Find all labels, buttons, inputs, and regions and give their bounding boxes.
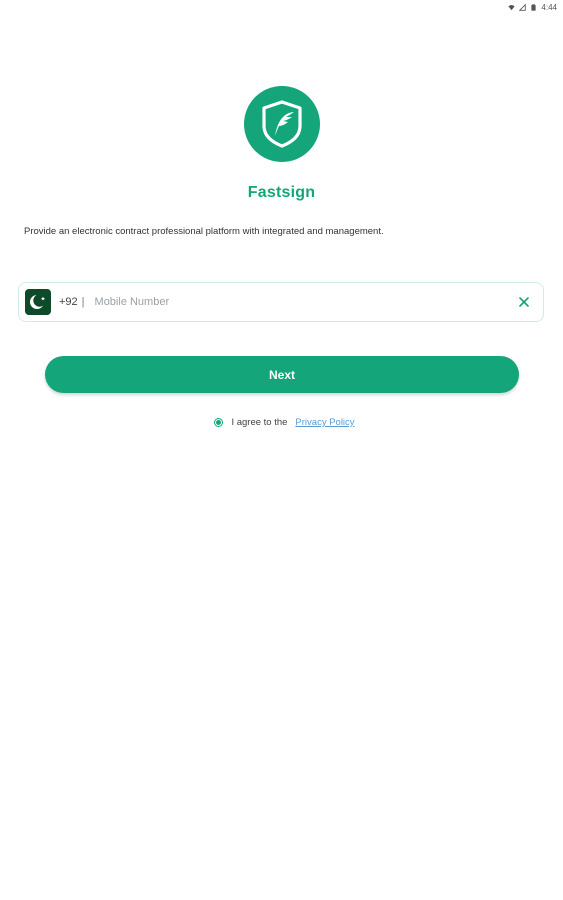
wifi-icon [508,4,516,10]
status-time: 4:44 [541,2,557,12]
dial-code-separator: | [81,296,85,308]
next-button[interactable]: Next [45,356,519,393]
status-bar: 4:44 [508,0,563,14]
agreement-text: I agree to the [231,417,288,428]
phone-field[interactable]: +92 | [18,282,544,322]
signal-icon [519,3,527,11]
fastsign-logo-icon [262,100,302,148]
agree-radio-button[interactable] [214,418,224,427]
close-icon [519,297,529,307]
app-title: Fastsign [247,184,316,201]
mobile-number-input[interactable] [94,287,515,317]
app-logo [244,86,320,162]
pakistan-flag-icon[interactable] [25,289,51,315]
battery-icon [531,3,537,11]
crescent-moon-icon [30,294,46,309]
clear-input-button[interactable] [515,293,533,311]
radio-dot-icon [216,420,222,425]
agreement-row: I agree to the Privacy Policy [0,417,563,428]
privacy-policy-link[interactable]: Privacy Policy [295,417,354,428]
app-tagline: Provide an electronic contract professio… [24,226,384,237]
country-dial-code[interactable]: +92 [59,296,78,308]
